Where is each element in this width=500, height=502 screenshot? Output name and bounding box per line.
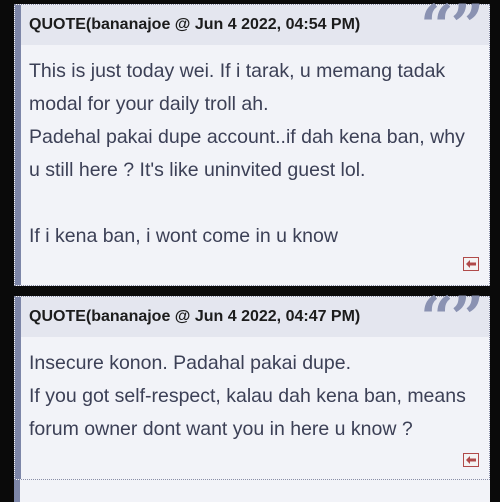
quote-body: Insecure konon. Padahal pakai dupe. If y… (29, 347, 475, 446)
quote-author-label: QUOTE(bananajoe @ Jun 4 2022, 04:47 PM) (29, 308, 361, 325)
back-to-post-icon[interactable] (463, 453, 479, 467)
quote-line: u still here ? It's like uninvited guest… (29, 159, 366, 181)
quote-header: QUOTE(bananajoe @ Jun 4 2022, 04:54 PM) … (21, 0, 489, 55)
quote-icon: “” (420, 0, 484, 60)
quote-block-2: QUOTE(bananajoe @ Jun 4 2022, 04:47 PM) … (14, 289, 490, 480)
quote-line: modal for your daily troll ah. (29, 93, 269, 115)
quote-header: QUOTE(bananajoe @ Jun 4 2022, 04:47 PM) … (21, 289, 489, 347)
quote-line: Padehal pakai dupe account..if dah kena … (29, 126, 465, 148)
quote-body: This is just today wei. If i tarak, u me… (29, 55, 475, 253)
back-to-post-icon[interactable] (463, 257, 479, 271)
quote-line: This is just today wei. If i tarak, u me… (29, 60, 446, 82)
quote-block-1: QUOTE(bananajoe @ Jun 4 2022, 04:54 PM) … (14, 0, 490, 286)
back-arrow-icon (466, 260, 476, 268)
next-post-edge (14, 480, 490, 502)
quote-line: If you got self-respect, kalau dah kena … (29, 385, 466, 407)
screenshot-frame: QUOTE(bananajoe @ Jun 4 2022, 04:54 PM) … (0, 0, 500, 502)
quote-icon: “” (420, 284, 484, 352)
quote-line (29, 187, 475, 220)
quote-line: If i kena ban, i wont come in u know (29, 225, 338, 247)
quote-author-label: QUOTE(bananajoe @ Jun 4 2022, 04:54 PM) (29, 16, 361, 33)
quote-line: forum owner dont want you in here u know… (29, 418, 413, 440)
back-arrow-icon (466, 456, 476, 464)
quote-line: Insecure konon. Padahal pakai dupe. (29, 352, 351, 374)
